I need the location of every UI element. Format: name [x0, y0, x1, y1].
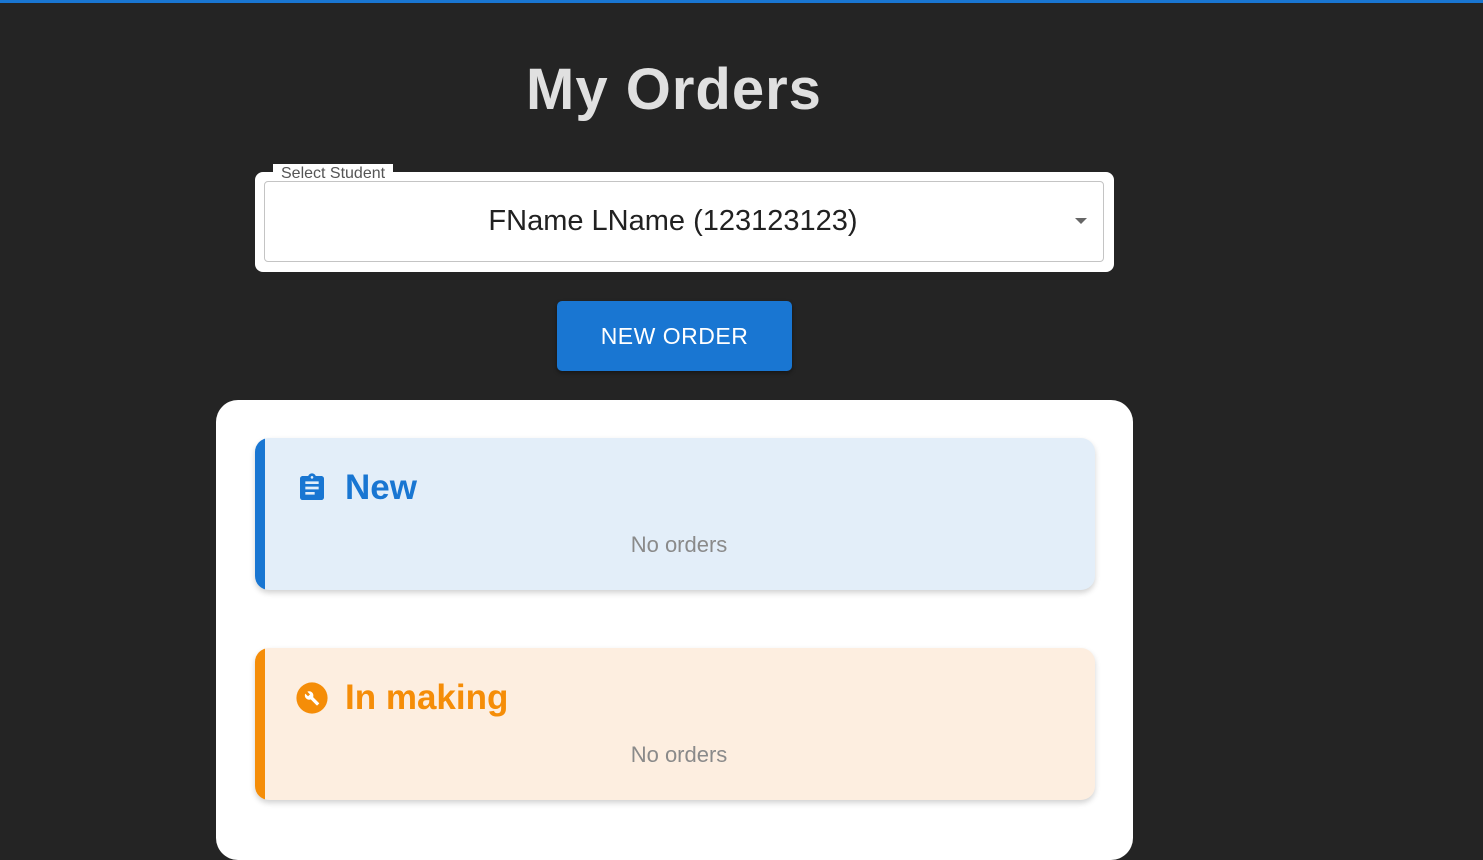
empty-orders-text: No orders	[630, 532, 728, 557]
wrench-icon	[295, 681, 329, 715]
dropdown-arrow-icon[interactable]	[1075, 218, 1087, 224]
status-header: In making	[295, 678, 508, 718]
student-select-value: FName LName (123123123)	[488, 205, 858, 237]
page-title: My Orders	[526, 57, 822, 122]
empty-orders-text: No orders	[630, 742, 728, 767]
top-accent-bar	[0, 0, 1483, 3]
status-header: New	[295, 468, 417, 508]
status-card-new: New No orders	[255, 438, 1095, 590]
student-select-label: Select Student	[273, 164, 394, 178]
new-order-button[interactable]: NEW ORDER	[557, 301, 792, 371]
clipboard-icon	[295, 471, 329, 505]
status-stripe	[255, 438, 265, 590]
status-title: New	[345, 468, 417, 507]
student-select-card: Select Student FName LName (123123123)	[255, 164, 1114, 272]
status-title: In making	[345, 678, 509, 717]
status-stripe	[255, 648, 265, 800]
orders-panel: New No orders In making No orders	[216, 400, 1133, 860]
student-select[interactable]: Select Student FName LName (123123123)	[264, 164, 1104, 262]
status-card-in-making: In making No orders	[255, 648, 1095, 800]
